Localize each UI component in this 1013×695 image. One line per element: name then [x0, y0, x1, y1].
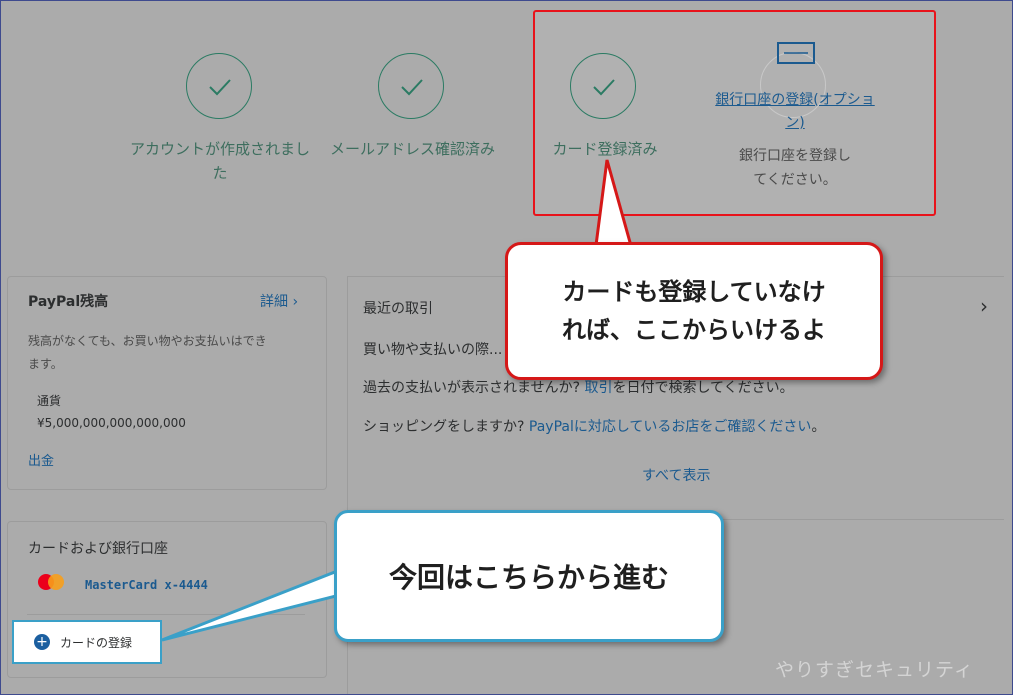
- transactions-line3: ショッピングをしますか? PayPalに対応しているお店をご確認ください。: [363, 416, 825, 436]
- annotation-bubble-blue: 今回はこちらから進む: [334, 510, 724, 642]
- step-email-label: メールアドレス確認済み: [329, 140, 495, 158]
- step-account-check-icon: [186, 53, 252, 119]
- transactions-line3-suffix: 。: [811, 419, 826, 435]
- blue-bubble-pointer: [161, 567, 342, 642]
- bubble-red-line1: カードも登録していなけ: [562, 278, 826, 306]
- bank-step-description: 銀行口座を登録し てください。: [739, 148, 851, 188]
- step-card-check-icon: [570, 53, 636, 119]
- balance-title: PayPal残高: [28, 294, 109, 310]
- step-account-label: アカウントが作成されました: [129, 140, 310, 182]
- bubble-red-line2: れば、ここからいけるよ: [562, 316, 826, 344]
- transactions-title: 最近の取引: [363, 301, 433, 317]
- watermark: やりすぎセキュリティ: [775, 659, 974, 681]
- show-all-link[interactable]: すべて表示: [642, 465, 710, 485]
- step-email-check-icon: [378, 53, 444, 119]
- paypal-stores-link[interactable]: PayPalに対応しているお店をご確認ください: [529, 419, 812, 435]
- bank-register-link[interactable]: 銀行口座の登録(オプショ ン): [700, 89, 890, 135]
- plus-icon: +: [34, 634, 50, 650]
- balance-detail-link[interactable]: 詳細 ›: [260, 291, 298, 311]
- transactions-search-link[interactable]: 取引: [584, 380, 612, 396]
- cards-title: カードおよび銀行口座: [28, 541, 168, 557]
- annotation-bubble-red: カードも登録していなけ れば、ここからいけるよ: [505, 242, 883, 380]
- transactions-line2-suffix: を日付で検索してください。: [612, 380, 794, 396]
- balance-amount: ¥5,000,000,000,000,000: [37, 416, 186, 430]
- transactions-line1: 買い物や支払いの際...: [363, 342, 503, 358]
- add-card-button[interactable]: + カードの登録: [12, 620, 162, 664]
- withdraw-link[interactable]: 出金: [28, 450, 54, 469]
- transactions-line3-text: ショッピングをしますか?: [363, 419, 529, 435]
- add-card-label: カードの登録: [60, 635, 133, 650]
- balance-description: 残高がなくても、お買い物やお支払いはでき ます。: [28, 334, 267, 371]
- transactions-line2: 過去の支払いが表示されませんか? 取引を日付で検索してください。: [363, 377, 794, 397]
- chevron-right-icon[interactable]: ›: [980, 294, 988, 318]
- currency-label: 通貨: [37, 394, 62, 408]
- bank-icon: [777, 42, 815, 68]
- mastercard-icon: [36, 572, 66, 596]
- transactions-line2-text: 過去の支払いが表示されませんか?: [363, 380, 585, 396]
